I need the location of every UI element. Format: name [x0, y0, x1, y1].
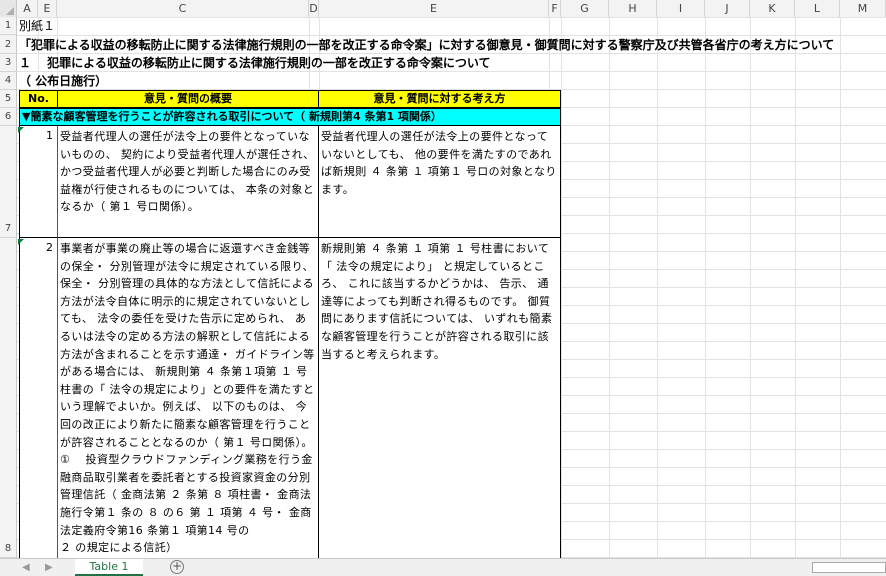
answer-text: 新規則第 ４ 条第 １ 項第 １ 号柱書において「 法令の規定により」 と規定し… — [321, 242, 553, 361]
column-header-c[interactable]: C — [57, 0, 309, 17]
next-sheet-icon[interactable]: ▶ — [45, 559, 53, 576]
row-number: 1 — [19, 125, 58, 238]
summary-cell[interactable]: 受益者代理人の選任が法令上の要件となっていないものの、 契約により受益者代理人が… — [57, 125, 319, 238]
column-header-d[interactable]: D — [309, 0, 319, 17]
row-header-6[interactable]: 6 — [0, 108, 17, 126]
select-all-button[interactable] — [0, 0, 17, 17]
document-title: 「犯罪による収益の移転防止に関する法律施行規則の一部を改正する命令案」に対する御… — [19, 38, 835, 52]
prev-sheet-icon[interactable]: ◀ — [22, 559, 30, 576]
row-header-4[interactable]: 4 — [0, 72, 17, 90]
error-indicator-icon — [18, 127, 24, 133]
sheet-tab-table-1[interactable]: Table 1 — [75, 559, 143, 576]
column-header-f[interactable]: F — [549, 0, 561, 17]
effective-date-note: （ 公布日施行） — [19, 74, 108, 88]
column-header-h[interactable]: H — [609, 0, 657, 17]
row-header-2[interactable]: 2 — [0, 35, 17, 54]
sheet-label: 別紙１ — [19, 19, 56, 33]
row-header-8[interactable]: 8 — [0, 238, 17, 558]
horizontal-scrollbar[interactable] — [812, 562, 886, 573]
column-header-e1[interactable]: E — [38, 0, 57, 17]
column-header-e[interactable]: E — [319, 0, 549, 17]
column-header-bar: A E C D E F G H I J K L M — [0, 0, 886, 18]
header-no: No. — [19, 90, 58, 108]
header-answer: 意見・質問に対する考え方 — [318, 90, 561, 108]
summary-text: 受益者代理人の選任が法令上の要件となっていないものの、 契約により受益者代理人が… — [60, 130, 315, 214]
summary-cell[interactable]: 事業者が事業の廃止等の場合に返還すべき金銭等の保全・ 分別管理が法令に規定されて… — [57, 237, 319, 567]
add-sheet-icon[interactable]: + — [170, 560, 184, 574]
column-header-k[interactable]: K — [750, 0, 795, 17]
column-header-l[interactable]: L — [795, 0, 840, 17]
column-header-g[interactable]: G — [561, 0, 609, 17]
answer-cell[interactable]: 新規則第 ４ 条第 １ 項第 １ 号柱書において「 法令の規定により」 と規定し… — [318, 237, 561, 567]
column-header-m[interactable]: M — [840, 0, 886, 17]
category-row: ▼簡素な顧客管理を行うことが許容される取引について（ 新規則第4 条第1 項関係… — [19, 108, 561, 126]
column-header-j[interactable]: J — [705, 0, 750, 17]
row-header-3[interactable]: 3 — [0, 54, 17, 72]
section-title: １ 犯罪による収益の移転防止に関する法律施行規則の一部を改正する命令案について — [19, 56, 491, 70]
row-header-1[interactable]: 1 — [0, 17, 17, 35]
row-number: 2 — [19, 237, 58, 567]
error-indicator-icon — [18, 239, 24, 245]
answer-text: 受益者代理人の選任が法令上の要件となっていないとしても、 他の要件を満たすのであ… — [321, 130, 557, 196]
column-header-a[interactable]: A — [17, 0, 38, 17]
summary-text: 事業者が事業の廃止等の場合に返還すべき金銭等の保全・ 分別管理が法令に規定されて… — [60, 242, 315, 555]
sheet-tab-bar: ◀ ▶ Table 1 + — [0, 558, 886, 576]
row-header-7[interactable]: 7 — [0, 126, 17, 238]
row-header-5[interactable]: 5 — [0, 90, 17, 108]
header-summary: 意見・質問の概要 — [57, 90, 319, 108]
column-header-i[interactable]: I — [657, 0, 705, 17]
answer-cell[interactable]: 受益者代理人の選任が法令上の要件となっていないとしても、 他の要件を満たすのであ… — [318, 125, 561, 238]
